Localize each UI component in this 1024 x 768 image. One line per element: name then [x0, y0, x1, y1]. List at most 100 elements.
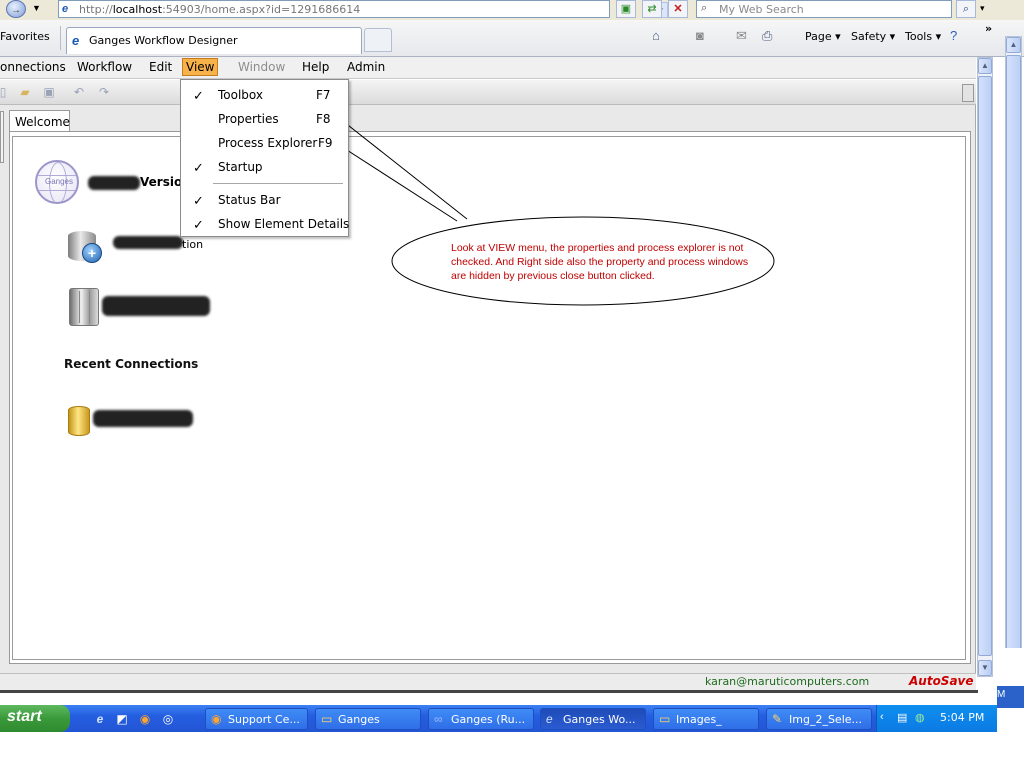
- desktop-quicklaunch-icon[interactable]: ◩: [114, 711, 130, 727]
- check-icon: ✓: [193, 88, 204, 103]
- recent-connection-icon[interactable]: [68, 406, 90, 436]
- browser-tab-title: Ganges Workflow Designer: [89, 34, 238, 47]
- app-toolbar: ▯ ▰ ▣ ↶ ↷: [0, 80, 976, 105]
- history-dropdown-icon[interactable]: ▼: [32, 3, 41, 13]
- help-icon[interactable]: ?: [950, 28, 957, 43]
- undo-icon[interactable]: ↶: [70, 84, 88, 100]
- menu-item-shortcut: F9: [318, 136, 333, 150]
- new-connection-icon[interactable]: +: [68, 229, 102, 265]
- welcome-page: [12, 136, 966, 660]
- safety-menu[interactable]: Safety ▾: [851, 30, 895, 43]
- security-icon[interactable]: ◍: [915, 711, 925, 724]
- forward-button[interactable]: →: [6, 0, 26, 18]
- home-icon[interactable]: ⌂: [652, 28, 660, 43]
- system-tray: ‹ ▤ ◍ 5:04 PM: [876, 705, 997, 732]
- redacted-text: [93, 410, 193, 427]
- menu-item-status-bar[interactable]: ✓ Status Bar: [181, 190, 348, 210]
- taskbar-item[interactable]: ◉ Support Ce...: [205, 708, 308, 730]
- mail-icon[interactable]: ✉: [736, 28, 747, 44]
- menu-view[interactable]: View: [182, 58, 219, 76]
- save-icon[interactable]: ▣: [40, 84, 58, 100]
- tray-expand-icon[interactable]: ‹: [880, 711, 884, 723]
- network-icon[interactable]: ▤: [897, 711, 907, 724]
- check-icon: ✓: [193, 160, 204, 175]
- tools-menu[interactable]: Tools ▾: [905, 30, 941, 43]
- ie-quicklaunch-icon[interactable]: e: [92, 711, 108, 727]
- app-status-bar: karan@maruticomputers.com AutoSave: [0, 673, 976, 690]
- ganges-logo-icon: Ganges: [35, 160, 79, 204]
- browser-tab-active[interactable]: e Ganges Workflow Designer: [66, 27, 362, 54]
- open-folder-icon[interactable]: ▰: [16, 84, 34, 100]
- taskbar-item[interactable]: ✎ Img_2_Sele...: [766, 708, 872, 730]
- more-commands-icon[interactable]: »: [985, 22, 992, 35]
- tab-welcome[interactable]: Welcome: [9, 110, 70, 132]
- favorites-button[interactable]: Favorites: [0, 30, 50, 43]
- refresh-icon[interactable]: ⇄: [642, 0, 662, 18]
- redacted-text: [113, 236, 183, 249]
- redo-icon[interactable]: ↷: [95, 84, 113, 100]
- firefox-quicklaunch-icon[interactable]: ◉: [137, 711, 153, 727]
- taskbar-item-label: Img_2_Sele...: [789, 713, 863, 726]
- page-menu[interactable]: Page ▾: [805, 30, 841, 43]
- menu-item-process-explorer[interactable]: Process Explorer F9: [181, 133, 348, 153]
- new-connection-link[interactable]: tion: [182, 238, 203, 251]
- scroll-up-icon[interactable]: ▲: [978, 58, 992, 74]
- scroll-up-icon[interactable]: ▲: [1006, 37, 1021, 53]
- browser-vertical-scrollbar[interactable]: ▲ ▼: [1005, 36, 1022, 674]
- stop-icon[interactable]: ✕: [668, 0, 688, 18]
- taskbar-item-active[interactable]: e Ganges Wo...: [540, 708, 646, 730]
- new-icon[interactable]: ▯: [0, 84, 12, 100]
- print-icon[interactable]: ⎙: [762, 28, 772, 44]
- tab-welcome-label: Welcome: [15, 115, 70, 129]
- app-vertical-scrollbar[interactable]: ▲ ▼: [977, 57, 993, 677]
- scroll-down-icon[interactable]: ▼: [978, 660, 992, 676]
- menu-item-startup[interactable]: ✓ Startup: [181, 157, 348, 177]
- menu-item-show-element-details[interactable]: ✓ Show Element Details: [181, 214, 349, 234]
- view-menu-dropdown: ✓ Toolbox F7 Properties F8 Process Explo…: [180, 79, 349, 237]
- check-icon: ✓: [193, 217, 204, 232]
- new-tab-button[interactable]: [364, 28, 392, 52]
- check-icon: ✓: [193, 193, 204, 208]
- taskbar-item[interactable]: ▭ Images_: [653, 708, 759, 730]
- toolbar-overflow-button[interactable]: [962, 84, 974, 102]
- redacted-text: [102, 296, 210, 316]
- taskbar-item-label: Ganges: [338, 713, 380, 726]
- menu-item-properties[interactable]: Properties F8: [181, 109, 348, 129]
- browser-tabs-bar: Favorites e Ganges Workflow Designer ⌂ ◙…: [0, 20, 1024, 57]
- left-panel-stub[interactable]: [0, 111, 4, 163]
- desktop-window-edge: M: [997, 686, 1024, 708]
- windows-taskbar: start e ◩ ◉ ◎ ◉ Support Ce... ▭ Ganges ∞ Ga…: [0, 705, 997, 732]
- scrollbar-thumb[interactable]: [978, 76, 992, 656]
- scrollbar-thumb[interactable]: [1006, 55, 1021, 653]
- redacted-text: [88, 176, 140, 190]
- search-go-icon[interactable]: ⌕: [956, 0, 976, 18]
- search-field[interactable]: ⌕ My Web Search: [696, 0, 952, 18]
- ie-alt-quicklaunch-icon[interactable]: ◎: [160, 711, 176, 727]
- taskbar-item-label: Support Ce...: [228, 713, 300, 726]
- menu-item-toolbox[interactable]: ✓ Toolbox F7: [181, 85, 348, 105]
- feeds-icon[interactable]: ◙: [696, 28, 704, 43]
- desktop-background: [997, 648, 1024, 768]
- menu-admin[interactable]: Admin: [347, 60, 385, 74]
- taskbar-item[interactable]: ∞ Ganges (Ru...: [428, 708, 534, 730]
- search-options-icon[interactable]: ▾: [980, 3, 985, 14]
- menu-item-label: Toolbox: [218, 88, 263, 102]
- browser-address-bar: → ▼ e http://localhost:54903/home.aspx?i…: [0, 0, 1024, 20]
- server-icon[interactable]: [69, 288, 99, 326]
- menu-help[interactable]: Help: [302, 60, 329, 74]
- taskbar-item[interactable]: ▭ Ganges: [315, 708, 421, 730]
- start-button[interactable]: start: [0, 705, 70, 732]
- menu-workflow[interactable]: Workflow: [77, 60, 132, 74]
- menu-item-shortcut: F8: [316, 112, 331, 126]
- url-text: http://localhost:54903/home.aspx?id=1291…: [79, 3, 361, 16]
- divider: [60, 26, 61, 50]
- ie-icon: e: [546, 712, 553, 726]
- ie-tab-icon: e: [72, 33, 80, 48]
- compatibility-icon[interactable]: ▣: [616, 0, 636, 18]
- menu-item-label: Process Explorer: [218, 136, 318, 150]
- menu-edit[interactable]: Edit: [149, 60, 172, 74]
- url-field[interactable]: e http://localhost:54903/home.aspx?id=12…: [58, 0, 668, 18]
- ie-page-icon: e: [62, 3, 69, 15]
- menu-window[interactable]: Window: [238, 60, 285, 74]
- menu-connections[interactable]: onnections: [0, 60, 66, 74]
